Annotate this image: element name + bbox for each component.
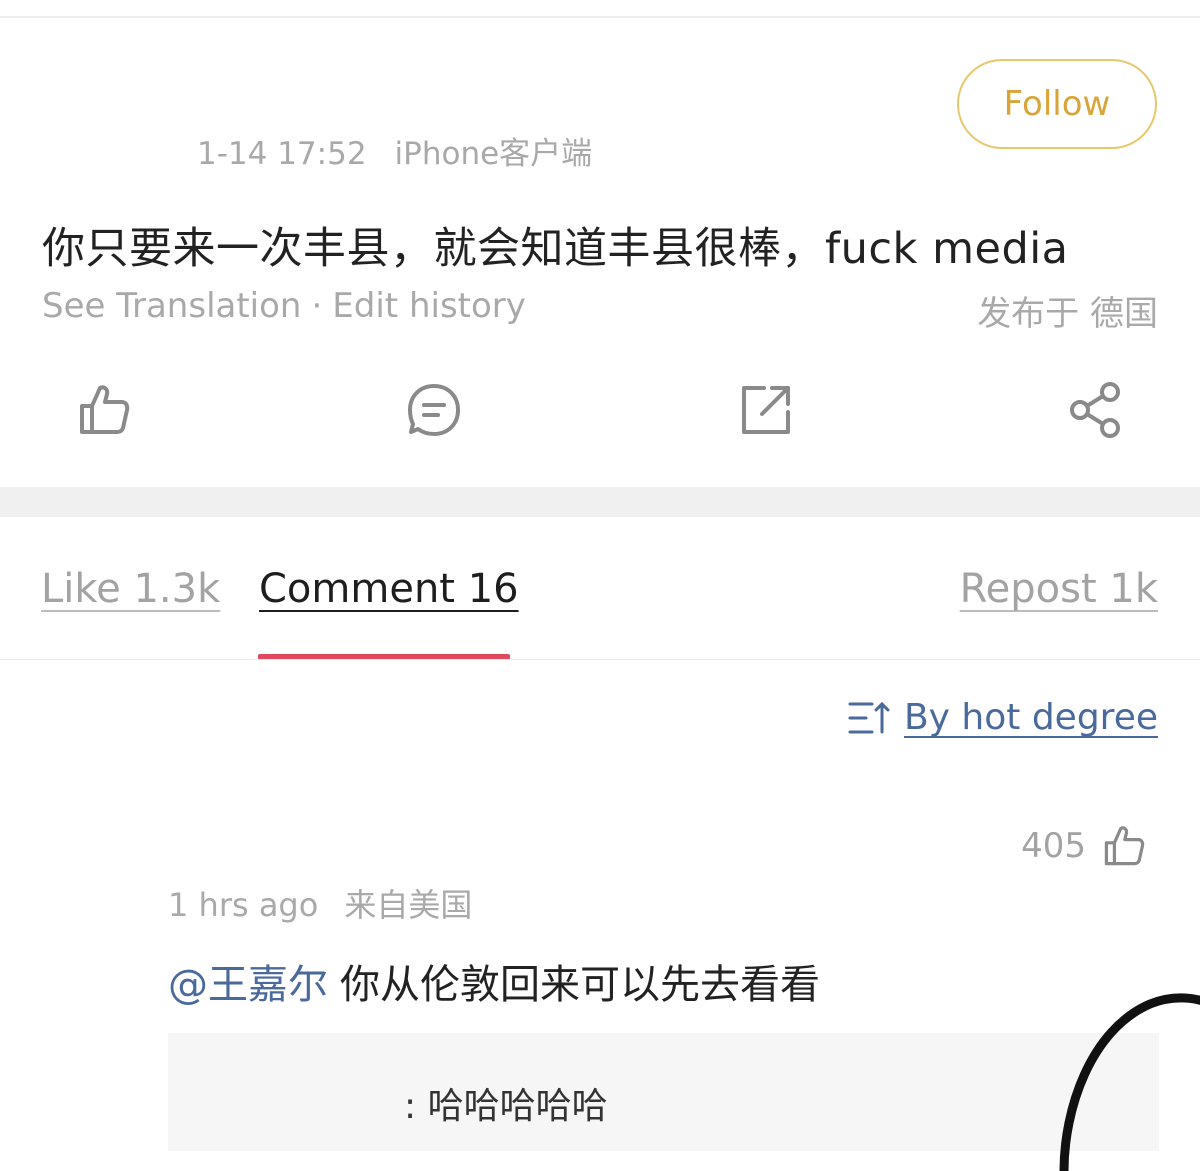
weibo-post-page: 1-14 17:52 iPhone客户端 Follow 你只要来一次丰县，就会知道… (0, 0, 1200, 1171)
thumbs-up-icon[interactable] (74, 380, 134, 440)
reply-preview-box[interactable]: : 哈哈哈哈哈 (168, 1033, 1159, 1151)
see-translation-link[interactable]: See Translation (42, 286, 301, 326)
comment-like-group: 405 (1021, 822, 1148, 870)
sort-label: By hot degree (903, 697, 1158, 738)
share-icon[interactable] (1066, 380, 1126, 440)
sort-control[interactable]: By hot degree (848, 697, 1158, 738)
top-divider (0, 16, 1200, 18)
separator-dot: · (311, 286, 323, 326)
comment-mention-link[interactable]: @王嘉尔 (168, 962, 328, 1008)
comment-location: 来自美国 (344, 886, 473, 924)
edit-history-link[interactable]: Edit history (332, 286, 526, 326)
sort-icon (848, 701, 890, 733)
post-actions (0, 380, 1200, 444)
post-client: iPhone客户端 (394, 136, 593, 172)
post-time: 1-14 17:52 (197, 136, 367, 172)
post-sub-links: See Translation · Edit history (42, 286, 526, 326)
interaction-tabs: Like 1.3k Comment 16 Repost 1k (0, 560, 1200, 660)
comment-like-count: 405 (1021, 826, 1086, 866)
comment-text: 你从伦敦回来可以先去看看 (340, 962, 820, 1008)
comment-meta: 1 hrs ago 来自美国 (168, 880, 472, 926)
reply-text: : 哈哈哈哈哈 (404, 1086, 608, 1127)
follow-button[interactable]: Follow (957, 59, 1157, 149)
post-body-text: 你只要来一次丰县，就会知道丰县很棒，fuck media (42, 224, 1069, 274)
comment-time: 1 hrs ago (168, 886, 319, 924)
tab-comment[interactable]: Comment 16 (259, 566, 519, 612)
comment-body: @王嘉尔 你从伦敦回来可以先去看看 (168, 952, 820, 1010)
comment-thumbs-up-icon[interactable] (1100, 822, 1148, 870)
tab-repost[interactable]: Repost 1k (960, 566, 1158, 612)
tab-like[interactable]: Like 1.3k (41, 566, 220, 612)
repost-icon[interactable] (736, 380, 796, 440)
post-meta: 1-14 17:52 iPhone客户端 (197, 128, 592, 173)
comment-icon[interactable] (404, 380, 464, 440)
comment-item: 405 1 hrs ago 来自美国 @王嘉尔 你从伦敦回来可以先去看看 : 哈哈哈… (0, 800, 1200, 1171)
tabs-divider (0, 659, 1200, 660)
section-divider (0, 487, 1200, 517)
post-location: 发布于 德国 (977, 294, 1158, 334)
